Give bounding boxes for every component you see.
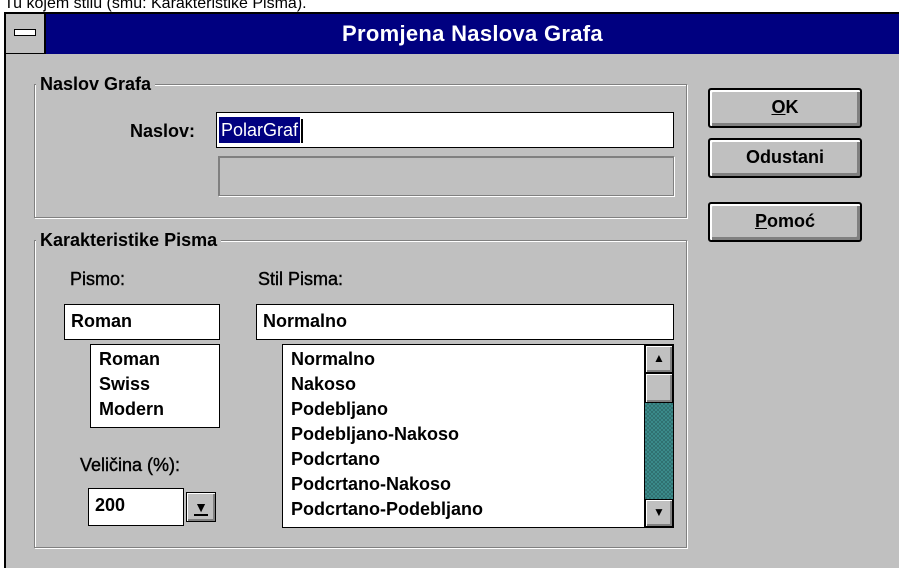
ok-mnemonic: O [771,97,786,117]
pismo-option[interactable]: Modern [91,397,219,422]
naslov-groupbox [34,84,687,218]
stil-label: Stil Pisma: [258,269,344,289]
stil-option[interactable]: Nakoso [283,372,643,397]
help-mnemonic: P [754,211,767,231]
pismo-listbox[interactable]: Roman Swiss Modern [90,344,220,428]
ok-button[interactable]: OK [708,88,862,128]
stil-input-text: Normalno [263,311,348,331]
velicina-input-text: 200 [95,495,126,515]
help-label-rest: omoć [767,211,816,231]
dropdown-arrow-icon[interactable]: ▼ [186,492,216,522]
stil-option[interactable]: Podcrtano-Podebljano [283,497,643,522]
cancel-label: Odustani [745,147,824,167]
stil-scrollbar[interactable]: ▲ ▼ [644,345,673,527]
pismo-input[interactable]: Roman [64,304,220,340]
stil-option[interactable]: Normalno [283,347,643,372]
arrow-down-icon[interactable]: ▼ [645,499,673,527]
stil-option[interactable]: Podebljano [283,397,643,422]
stil-option[interactable]: Podcrtano-Nakoso [283,472,643,497]
scroll-track[interactable] [645,403,673,499]
dialog-window: Promjena Naslova Grafa Naslov Grafa Nasl… [4,12,899,568]
font-group-legend: Karakteristike Pisma [36,230,222,250]
text-caret [301,119,304,144]
naslov-label: Naslov: [130,121,196,141]
cancel-button[interactable]: Odustani [708,138,862,178]
help-button[interactable]: Pomoć [708,202,862,242]
velicina-input[interactable]: 200 [88,488,184,526]
window-title: Promjena Naslova Grafa [342,21,603,46]
naslov-input[interactable]: PolarGraf [216,112,674,148]
velicina-label: Veličina (%): [80,455,181,475]
stil-input[interactable]: Normalno [256,304,674,340]
pismo-input-text: Roman [71,311,133,331]
system-menu-button[interactable] [6,14,46,54]
stil-listbox[interactable]: Normalno Nakoso Podebljano Podebljano-Na… [282,344,674,528]
naslov-selected-text: PolarGraf [219,117,301,143]
arrow-up-icon[interactable]: ▲ [645,345,673,373]
naslov-secondary-field [218,156,674,196]
pismo-option[interactable]: Roman [91,347,219,372]
system-menu-icon [14,29,36,36]
scroll-thumb[interactable] [645,373,673,403]
naslov-group-legend: Naslov Grafa [36,74,156,94]
pismo-label: Pismo: [70,269,126,289]
title-bar[interactable]: Promjena Naslova Grafa [6,14,899,54]
pismo-option[interactable]: Swiss [91,372,219,397]
ok-label-rest: K [785,97,799,117]
stil-option[interactable]: Podebljano-Nakoso [283,422,643,447]
stil-option[interactable]: Podcrtano [283,447,643,472]
